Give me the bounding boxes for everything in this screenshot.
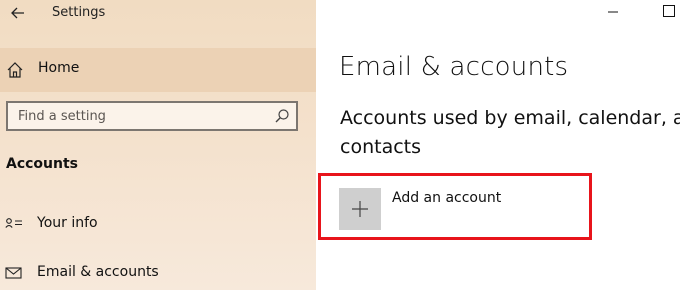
maximize-icon[interactable]: [662, 4, 676, 18]
section-header-accounts: Accounts: [6, 156, 79, 172]
search-input[interactable]: [8, 103, 278, 129]
home-label: Home: [38, 60, 80, 76]
sidebar: Settings Home Accounts Your info Email &…: [0, 0, 316, 290]
sidebar-item-your-info[interactable]: Your info: [0, 204, 316, 244]
add-account-label: Add an account: [392, 190, 502, 206]
plus-icon: [352, 201, 368, 217]
sidebar-item-email-accounts[interactable]: Email & accounts: [0, 253, 316, 293]
search-icon[interactable]: [274, 108, 290, 124]
person-card-icon: [5, 218, 22, 228]
search-box: [6, 101, 298, 131]
back-arrow-icon: [11, 7, 24, 19]
back-button[interactable]: [8, 4, 28, 22]
minimize-icon[interactable]: [607, 6, 619, 18]
add-account-button[interactable]: Add an account: [339, 188, 539, 230]
add-account-tile: [339, 188, 381, 230]
home-icon: [7, 62, 23, 78]
mail-icon: [5, 267, 22, 279]
main-content: Email & accounts Accounts used by email,…: [316, 0, 680, 290]
page-title: Email & accounts: [339, 52, 569, 82]
sidebar-item-home[interactable]: Home: [0, 48, 316, 92]
sidebar-item-label: Email & accounts: [37, 264, 159, 280]
sidebar-item-label: Your info: [37, 215, 98, 231]
page-subtitle: Accounts used by email, calendar, and co…: [340, 107, 680, 158]
app-title: Settings: [52, 5, 106, 20]
